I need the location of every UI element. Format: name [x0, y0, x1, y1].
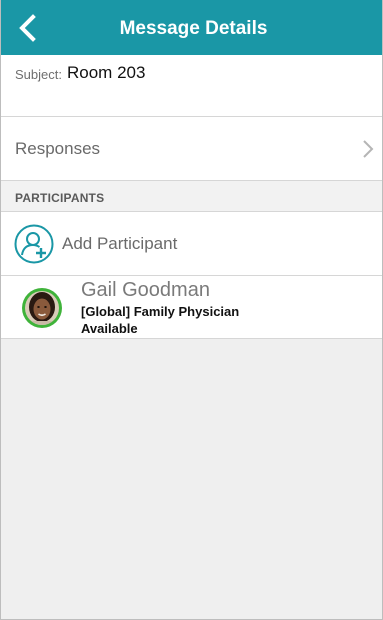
responses-row[interactable]: Responses — [1, 117, 382, 181]
participant-name: Gail Goodman — [81, 279, 210, 301]
empty-area — [1, 340, 382, 619]
subject-value: Room 203 — [67, 63, 146, 82]
add-person-icon — [14, 224, 54, 264]
subject-label: Subject: — [15, 67, 62, 82]
avatar — [22, 288, 62, 328]
participant-role: [Global] Family Physician — [81, 304, 240, 319]
participant-status: Available — [81, 321, 138, 336]
responses-label: Responses — [15, 139, 101, 158]
participants-section-header: PARTICIPANTS — [1, 181, 382, 212]
header-bar: Message Details — [1, 0, 382, 55]
chevron-right-icon — [363, 140, 374, 158]
add-participant-button[interactable]: Add Participant — [1, 212, 382, 276]
page-title: Message Details — [119, 18, 268, 39]
participant-item[interactable]: Gail Goodman [Global] Family Physician A… — [1, 276, 382, 339]
add-participant-label: Add Participant — [62, 234, 178, 253]
subject-row: Subject: Room 203 — [1, 55, 382, 117]
participants-heading: PARTICIPANTS — [15, 191, 105, 205]
app-screen: Message Details Subject: Room 203 Respon… — [0, 0, 383, 620]
